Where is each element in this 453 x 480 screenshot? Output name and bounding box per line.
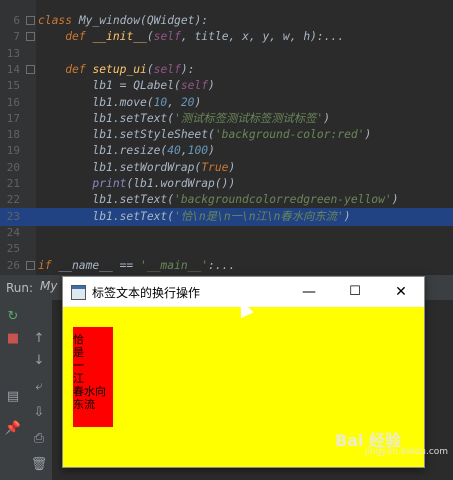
code-text: class My_window(QWidget): (38, 14, 209, 27)
line-number: 16 (6, 95, 20, 109)
wrapped-label: 恰 是 一 江 春水向 东流 (73, 327, 113, 427)
code-line[interactable]: 21 print(lb1.wordWrap()) (0, 175, 453, 193)
code-line[interactable]: 6 class My_window(QWidget): (0, 12, 453, 30)
code-text: lb1.setText('恰\n是\n一\n江\n春水向东流') (38, 209, 351, 223)
code-line[interactable]: 26 if __name__ == '__main__':... (0, 257, 453, 275)
line-number: 17 (6, 111, 20, 125)
code-text: def setup_ui(self): (65, 62, 195, 76)
print-icon[interactable]: ⎙ (30, 430, 48, 448)
code-line[interactable]: 18 lb1.setStyleSheet('background-color:r… (0, 126, 453, 144)
close-button[interactable]: ✕ (378, 277, 424, 307)
code-line[interactable]: 23 lb1.setText('恰\n是\n一\n江\n春水向东流') (0, 207, 453, 226)
window-title: 标签文本的换行操作 (92, 286, 201, 300)
scroll-end-icon[interactable]: ⇩ (30, 404, 48, 422)
code-text: lb1.setText('测试标签测试标签测试标签') (38, 111, 331, 125)
line-number: 26 (6, 258, 20, 272)
up-arrow-icon[interactable]: ↑ (30, 330, 48, 348)
code-text: lb1.setStyleSheet('background-color:red'… (38, 128, 372, 142)
rerun-icon[interactable]: ↻ (4, 308, 22, 326)
line-number: 25 (6, 242, 20, 256)
soft-wrap-icon[interactable]: ⤶ (30, 378, 48, 396)
line-number: 18 (6, 128, 20, 142)
fold-toggle-icon[interactable] (26, 32, 35, 42)
code-line[interactable]: 13 (0, 45, 453, 63)
line-number: 7 (13, 30, 20, 44)
code-line[interactable]: 14 def setup_ui(self): (0, 61, 453, 79)
pin-icon[interactable]: 📌 (4, 420, 22, 438)
code-text: lb1.move(10, 20) (38, 95, 202, 109)
line-number: 20 (6, 160, 20, 174)
code-text: lb1.setText('backgroundcolorredgreen-yel… (38, 193, 399, 207)
code-text: lb1.setWordWrap(True) (38, 160, 236, 174)
code-line[interactable]: 25 (0, 240, 453, 258)
line-number: 19 (6, 144, 20, 158)
code-line[interactable]: 22 lb1.setText('backgroundcolorredgreen-… (0, 191, 453, 209)
code-line[interactable]: 20 lb1.setWordWrap(True) (0, 159, 453, 177)
fold-toggle-icon[interactable] (26, 64, 35, 74)
line-number: 14 (6, 62, 20, 76)
code-line[interactable]: 19 lb1.resize(40,100) (0, 142, 453, 160)
code-line[interactable]: 16 lb1.move(10, 20) (0, 94, 453, 112)
code-text: def __init__(self, title, x, y, w, h):..… (65, 30, 345, 44)
code-line[interactable]: 17 lb1.setText('测试标签测试标签测试标签') (0, 110, 453, 128)
code-text: if __name__ == '__main__':... (38, 258, 236, 272)
run-side-toolbar: ↻ ■ ▤ 📌 (0, 300, 26, 480)
window-icon (71, 285, 86, 300)
maximize-button[interactable]: ☐ (332, 277, 378, 307)
run-side-toolbar-2: ↑ ↓ ⤶ ⇩ ⎙ 🗑 (26, 300, 52, 480)
line-number: 15 (6, 79, 20, 93)
trash-icon[interactable]: 🗑 (30, 456, 48, 474)
stop-icon[interactable]: ■ (4, 330, 22, 348)
line-number: 23 (6, 209, 20, 223)
code-editor[interactable]: 6 class My_window(QWidget): 7 def __init__… (0, 0, 453, 275)
code-line[interactable]: 24 (0, 224, 453, 242)
line-number: 24 (6, 225, 20, 239)
line-number: 22 (6, 193, 20, 207)
code-text: lb1.resize(40,100) (38, 144, 215, 158)
line-number: 13 (6, 46, 20, 60)
code-text: print(lb1.wordWrap()) (92, 177, 236, 190)
run-label: Run: (6, 281, 34, 295)
fold-toggle-icon[interactable] (26, 260, 35, 270)
fold-toggle-icon[interactable] (26, 16, 35, 25)
minimize-button[interactable]: — (286, 277, 332, 307)
line-number: 6 (13, 14, 20, 27)
code-line[interactable]: 15 lb1 = QLabel(self) (0, 77, 453, 95)
code-text: lb1 = QLabel(self) (38, 79, 215, 93)
code-line[interactable]: 7 def __init__(self, title, x, y, w, h):… (0, 28, 453, 46)
line-number: 21 (6, 177, 20, 190)
down-arrow-icon[interactable]: ↓ (30, 352, 48, 370)
run-tab[interactable]: My (40, 279, 57, 293)
layout-icon[interactable]: ▤ (4, 388, 22, 406)
watermark-url: jingyan.baidu.com (365, 447, 449, 457)
